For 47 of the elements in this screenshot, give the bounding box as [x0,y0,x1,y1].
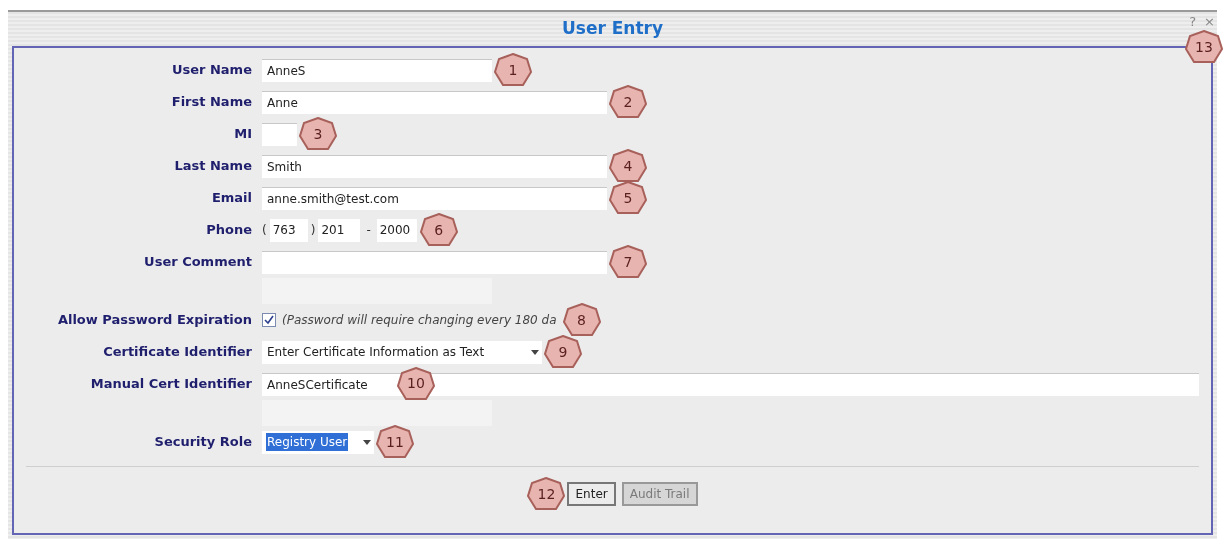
text-field[interactable] [262,122,297,146]
window-title: User Entry [561,17,664,41]
field-label: Email [210,189,252,208]
text-field[interactable]: Smith [262,154,607,178]
phone-field[interactable]: 763 [269,218,308,242]
field-label: Security Role [153,433,252,452]
callout-marker: 7 [609,245,647,279]
phone-field[interactable]: 201 [318,218,361,242]
callout-marker: 4 [609,149,647,183]
field-label: Last Name [173,157,252,176]
field-label: User Comment [143,253,252,272]
field-label: Phone [205,221,252,240]
field-label: User Name [170,61,252,80]
callout-marker: 5 [609,181,647,215]
callout-marker: 12 [527,477,566,511]
field-label: Allow Password Expiration [56,311,252,330]
paren-text: ) [310,222,316,239]
caret-icon [531,349,539,355]
form-button[interactable]: Enter [567,482,616,506]
field-label: First Name [170,93,252,112]
callout-marker: 9 [544,335,582,369]
callout-marker: 13 [1185,30,1223,64]
text-field[interactable]: anne.smith@test.com [262,186,607,210]
text-field[interactable]: AnneS [262,58,492,82]
field-label: Manual Cert Identifier [89,375,252,394]
field-label: MI [233,125,252,144]
check-icon [264,315,274,325]
paren-text: ( [262,222,267,239]
callout-marker: 10 [397,366,435,401]
text-field[interactable]: Anne [262,90,607,114]
callout-marker: 3 [299,117,337,151]
text-field[interactable] [262,250,607,274]
dash-text: - [365,222,372,239]
caret-icon [363,439,371,445]
select-field[interactable]: Enter Certificate Information as Text [262,340,542,364]
hint-text: (Password will require changing every 180 da [282,312,557,329]
select-field[interactable]: Registry User [262,430,374,454]
select-value: Registry User [266,433,349,451]
checkbox[interactable] [262,313,276,327]
callout-marker: 2 [609,85,647,119]
field-label: Certificate Identifier [102,343,252,362]
callout-marker: 6 [419,213,458,247]
callout-marker: 8 [562,303,601,337]
callout-marker: 11 [376,425,414,459]
phone-field[interactable]: 2000 [376,218,417,242]
select-value: Enter Certificate Information as Text [266,344,486,361]
callout-marker: 1 [494,53,532,87]
